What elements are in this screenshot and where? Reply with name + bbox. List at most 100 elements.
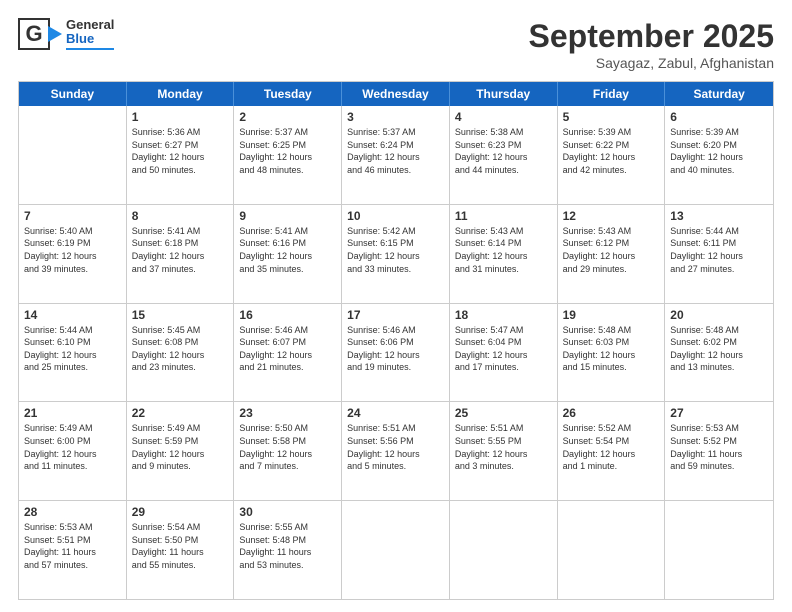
cal-cell: 25 Sunrise: 5:51 AM Sunset: 5:55 PM Dayli… bbox=[450, 402, 558, 500]
day-info: Sunrise: 5:55 AM Sunset: 5:48 PM Dayligh… bbox=[239, 521, 336, 571]
day-info: Sunrise: 5:43 AM Sunset: 6:12 PM Dayligh… bbox=[563, 225, 660, 275]
cal-cell: 3 Sunrise: 5:37 AM Sunset: 6:24 PM Daylig… bbox=[342, 106, 450, 204]
logo-blue: Blue bbox=[66, 32, 114, 46]
cal-cell: 6 Sunrise: 5:39 AM Sunset: 6:20 PM Daylig… bbox=[665, 106, 773, 204]
day-number: 4 bbox=[455, 110, 552, 124]
day-number: 3 bbox=[347, 110, 444, 124]
cal-cell: 24Sunrise: 5:51 AM Sunset: 5:56 PM Dayli… bbox=[342, 402, 450, 500]
day-info: Sunrise: 5:49 AM Sunset: 6:00 PM Dayligh… bbox=[24, 422, 121, 472]
cal-header-saturday: Saturday bbox=[665, 82, 773, 106]
cal-cell: 16Sunrise: 5:46 AM Sunset: 6:07 PM Dayli… bbox=[234, 304, 342, 402]
day-info: Sunrise: 5:39 AM Sunset: 6:20 PM Dayligh… bbox=[670, 126, 768, 176]
calendar: SundayMondayTuesdayWednesdayThursdayFrid… bbox=[18, 81, 774, 600]
day-info: Sunrise: 5:39 AM Sunset: 6:22 PM Dayligh… bbox=[563, 126, 660, 176]
cal-header-sunday: Sunday bbox=[19, 82, 127, 106]
day-number: 1 bbox=[132, 110, 229, 124]
day-number: 5 bbox=[563, 110, 660, 124]
cal-cell: 7 Sunrise: 5:40 AM Sunset: 6:19 PM Daylig… bbox=[19, 205, 127, 303]
cal-cell: 19 Sunrise: 5:48 AM Sunset: 6:03 PM Dayli… bbox=[558, 304, 666, 402]
logo-g-box: G bbox=[18, 18, 50, 50]
day-info: Sunrise: 5:54 AM Sunset: 5:50 PM Dayligh… bbox=[132, 521, 229, 571]
day-info: Sunrise: 5:49 AM Sunset: 5:59 PM Dayligh… bbox=[132, 422, 229, 472]
day-info: Sunrise: 5:46 AM Sunset: 6:07 PM Dayligh… bbox=[239, 324, 336, 374]
day-info: Sunrise: 5:36 AM Sunset: 6:27 PM Dayligh… bbox=[132, 126, 229, 176]
cal-week-1: 1 Sunrise: 5:36 AM Sunset: 6:27 PM Daylig… bbox=[19, 106, 773, 205]
day-info: Sunrise: 5:48 AM Sunset: 6:03 PM Dayligh… bbox=[563, 324, 660, 374]
cal-header-wednesday: Wednesday bbox=[342, 82, 450, 106]
day-info: Sunrise: 5:44 AM Sunset: 6:10 PM Dayligh… bbox=[24, 324, 121, 374]
day-info: Sunrise: 5:43 AM Sunset: 6:14 PM Dayligh… bbox=[455, 225, 552, 275]
day-info: Sunrise: 5:51 AM Sunset: 5:55 PM Dayligh… bbox=[455, 422, 552, 472]
day-number: 27 bbox=[670, 406, 768, 420]
cal-cell: 10Sunrise: 5:42 AM Sunset: 6:15 PM Dayli… bbox=[342, 205, 450, 303]
cal-header-monday: Monday bbox=[127, 82, 235, 106]
day-info: Sunrise: 5:38 AM Sunset: 6:23 PM Dayligh… bbox=[455, 126, 552, 176]
calendar-header: SundayMondayTuesdayWednesdayThursdayFrid… bbox=[19, 82, 773, 106]
cal-cell: 15Sunrise: 5:45 AM Sunset: 6:08 PM Dayli… bbox=[127, 304, 235, 402]
day-info: Sunrise: 5:50 AM Sunset: 5:58 PM Dayligh… bbox=[239, 422, 336, 472]
day-number: 7 bbox=[24, 209, 121, 223]
day-info: Sunrise: 5:46 AM Sunset: 6:06 PM Dayligh… bbox=[347, 324, 444, 374]
logo-letter: G bbox=[25, 21, 42, 47]
logo-underline bbox=[66, 48, 114, 51]
cal-cell: 17 Sunrise: 5:46 AM Sunset: 6:06 PM Dayli… bbox=[342, 304, 450, 402]
cal-week-3: 14 Sunrise: 5:44 AM Sunset: 6:10 PM Dayli… bbox=[19, 304, 773, 403]
cal-cell: 14 Sunrise: 5:44 AM Sunset: 6:10 PM Dayli… bbox=[19, 304, 127, 402]
day-number: 25 bbox=[455, 406, 552, 420]
cal-header-tuesday: Tuesday bbox=[234, 82, 342, 106]
day-number: 14 bbox=[24, 308, 121, 322]
cal-cell: 2Sunrise: 5:37 AM Sunset: 6:25 PM Daylig… bbox=[234, 106, 342, 204]
page: G General Blue September 2025 Sayagaz, Z… bbox=[0, 0, 792, 612]
day-info: Sunrise: 5:52 AM Sunset: 5:54 PM Dayligh… bbox=[563, 422, 660, 472]
main-title: September 2025 bbox=[529, 18, 774, 55]
cal-cell bbox=[665, 501, 773, 599]
cal-cell: 18Sunrise: 5:47 AM Sunset: 6:04 PM Dayli… bbox=[450, 304, 558, 402]
header: G General Blue September 2025 Sayagaz, Z… bbox=[18, 18, 774, 71]
day-number: 13 bbox=[670, 209, 768, 223]
cal-header-friday: Friday bbox=[558, 82, 666, 106]
day-number: 23 bbox=[239, 406, 336, 420]
day-info: Sunrise: 5:41 AM Sunset: 6:18 PM Dayligh… bbox=[132, 225, 229, 275]
logo-general: General bbox=[66, 18, 114, 32]
cal-week-2: 7 Sunrise: 5:40 AM Sunset: 6:19 PM Daylig… bbox=[19, 205, 773, 304]
day-info: Sunrise: 5:40 AM Sunset: 6:19 PM Dayligh… bbox=[24, 225, 121, 275]
cal-cell: 20Sunrise: 5:48 AM Sunset: 6:02 PM Dayli… bbox=[665, 304, 773, 402]
cal-cell bbox=[450, 501, 558, 599]
cal-header-thursday: Thursday bbox=[450, 82, 558, 106]
day-info: Sunrise: 5:37 AM Sunset: 6:25 PM Dayligh… bbox=[239, 126, 336, 176]
day-number: 6 bbox=[670, 110, 768, 124]
cal-cell bbox=[19, 106, 127, 204]
day-number: 30 bbox=[239, 505, 336, 519]
logo-arrow-icon bbox=[48, 26, 62, 42]
day-number: 19 bbox=[563, 308, 660, 322]
cal-cell: 5 Sunrise: 5:39 AM Sunset: 6:22 PM Daylig… bbox=[558, 106, 666, 204]
cal-cell: 4 Sunrise: 5:38 AM Sunset: 6:23 PM Daylig… bbox=[450, 106, 558, 204]
day-number: 12 bbox=[563, 209, 660, 223]
cal-cell: 22Sunrise: 5:49 AM Sunset: 5:59 PM Dayli… bbox=[127, 402, 235, 500]
cal-cell: 9 Sunrise: 5:41 AM Sunset: 6:16 PM Daylig… bbox=[234, 205, 342, 303]
subtitle: Sayagaz, Zabul, Afghanistan bbox=[529, 55, 774, 71]
day-number: 9 bbox=[239, 209, 336, 223]
cal-cell: 12 Sunrise: 5:43 AM Sunset: 6:12 PM Dayli… bbox=[558, 205, 666, 303]
cal-cell: 11 Sunrise: 5:43 AM Sunset: 6:14 PM Dayli… bbox=[450, 205, 558, 303]
day-info: Sunrise: 5:44 AM Sunset: 6:11 PM Dayligh… bbox=[670, 225, 768, 275]
day-info: Sunrise: 5:37 AM Sunset: 6:24 PM Dayligh… bbox=[347, 126, 444, 176]
day-number: 17 bbox=[347, 308, 444, 322]
day-number: 18 bbox=[455, 308, 552, 322]
cal-cell: 13 Sunrise: 5:44 AM Sunset: 6:11 PM Dayli… bbox=[665, 205, 773, 303]
cal-week-5: 28Sunrise: 5:53 AM Sunset: 5:51 PM Dayli… bbox=[19, 501, 773, 599]
logo: G General Blue bbox=[18, 18, 114, 50]
day-number: 26 bbox=[563, 406, 660, 420]
day-number: 11 bbox=[455, 209, 552, 223]
cal-cell bbox=[342, 501, 450, 599]
calendar-body: 1 Sunrise: 5:36 AM Sunset: 6:27 PM Daylig… bbox=[19, 106, 773, 599]
cal-cell: 30 Sunrise: 5:55 AM Sunset: 5:48 PM Dayli… bbox=[234, 501, 342, 599]
cal-cell: 26 Sunrise: 5:52 AM Sunset: 5:54 PM Dayli… bbox=[558, 402, 666, 500]
day-info: Sunrise: 5:41 AM Sunset: 6:16 PM Dayligh… bbox=[239, 225, 336, 275]
day-number: 24 bbox=[347, 406, 444, 420]
day-number: 8 bbox=[132, 209, 229, 223]
day-number: 29 bbox=[132, 505, 229, 519]
cal-cell: 21 Sunrise: 5:49 AM Sunset: 6:00 PM Dayli… bbox=[19, 402, 127, 500]
day-number: 28 bbox=[24, 505, 121, 519]
day-number: 21 bbox=[24, 406, 121, 420]
